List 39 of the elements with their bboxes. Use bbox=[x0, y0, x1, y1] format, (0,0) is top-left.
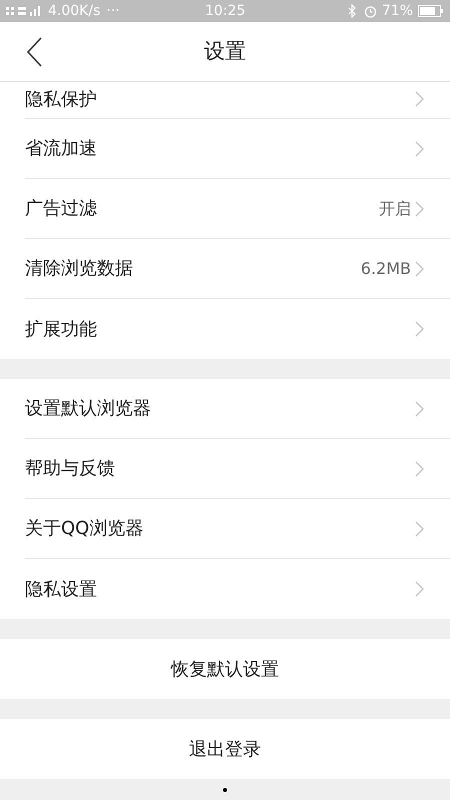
settings-row[interactable]: 广告过滤 开启 bbox=[25, 179, 450, 239]
row-label: 关于QQ浏览器 bbox=[25, 517, 144, 541]
alarm-icon bbox=[364, 4, 377, 18]
chevron-icon bbox=[415, 460, 424, 476]
settings-row[interactable]: 关于QQ浏览器 bbox=[25, 499, 450, 559]
network-speed: 4.00K/s bbox=[48, 2, 100, 20]
row-label: 清除浏览数据 bbox=[25, 257, 133, 281]
row-label: 扩展功能 bbox=[25, 318, 97, 342]
chevron-icon bbox=[415, 321, 424, 337]
row-label: 隐私设置 bbox=[25, 578, 97, 602]
row-label: 省流加速 bbox=[25, 137, 97, 161]
settings-row[interactable]: 设置默认浏览器 bbox=[25, 379, 450, 439]
settings-row[interactable]: 隐私设置 bbox=[25, 559, 450, 619]
row-value: 开启 bbox=[379, 198, 411, 220]
row-label: 广告过滤 bbox=[25, 197, 97, 221]
action-button[interactable]: 恢复默认设置 bbox=[0, 639, 450, 699]
chevron-icon bbox=[415, 581, 424, 597]
home-indicator bbox=[223, 788, 227, 792]
chevron-icon bbox=[415, 140, 424, 156]
page-title: 设置 bbox=[203, 38, 247, 65]
row-label: 隐私保护 bbox=[25, 88, 97, 112]
settings-row[interactable]: 隐私保护 bbox=[25, 82, 450, 119]
row-label: 帮助与反馈 bbox=[25, 457, 115, 481]
settings-row[interactable]: 扩展功能 bbox=[25, 299, 450, 359]
row-value: 6.2MB bbox=[360, 258, 411, 280]
chevron-icon bbox=[415, 520, 424, 536]
settings-row[interactable]: 清除浏览数据 6.2MB bbox=[25, 239, 450, 299]
more-indicator: ··· bbox=[106, 2, 120, 20]
row-label: 设置默认浏览器 bbox=[25, 397, 151, 421]
chevron-icon bbox=[415, 400, 424, 416]
chevron-icon bbox=[415, 200, 424, 216]
status-time: 10:25 bbox=[205, 2, 246, 20]
battery-icon bbox=[418, 5, 444, 17]
settings-row[interactable]: 省流加速 bbox=[25, 119, 450, 179]
action-button[interactable]: 退出登录 bbox=[0, 719, 450, 779]
chevron-icon bbox=[415, 91, 424, 107]
chevron-icon bbox=[415, 260, 424, 276]
settings-row[interactable]: 帮助与反馈 bbox=[25, 439, 450, 499]
battery-percent: 71% bbox=[382, 2, 413, 20]
